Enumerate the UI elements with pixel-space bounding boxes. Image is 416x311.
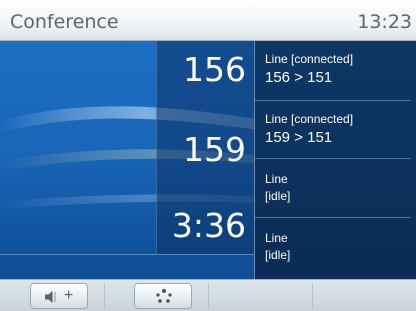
line-status: Line [connected] (265, 112, 354, 126)
softkey-divider (104, 284, 105, 308)
softkey-bar: + (0, 279, 416, 311)
participant-number-1: 156 (183, 50, 246, 89)
volume-up-button[interactable]: + (30, 283, 88, 309)
line-status: Line [idle] (265, 172, 291, 203)
speaker-icon (45, 291, 56, 303)
conference-dots-icon (156, 289, 172, 303)
clock: 13:23 (357, 11, 412, 33)
line-route: 156 > 151 (265, 69, 333, 86)
title-bar: Conference 13:23 (0, 0, 416, 41)
line-item[interactable]: Line [connected] 156 > 151 (255, 41, 411, 101)
line-list: Line [connected] 156 > 151 Line [connect… (254, 41, 416, 279)
line-route: 159 > 151 (265, 129, 333, 146)
call-duration: 3:36 (171, 206, 246, 245)
line-status: Line [idle] (265, 231, 291, 262)
volume-plus-label: + (64, 287, 74, 304)
line-item[interactable]: Line [idle] (255, 159, 411, 218)
line-item[interactable]: Line [idle] (255, 218, 411, 279)
call-area: 156 159 3:36 Line [connected] 156 > 151 … (0, 41, 416, 279)
line-item[interactable]: Line [connected] 159 > 151 (255, 101, 411, 159)
line-status: Line [connected] (265, 52, 354, 66)
conference-button[interactable] (134, 283, 192, 309)
status-strip (0, 254, 254, 279)
softkey-divider (208, 284, 209, 308)
page-title: Conference (10, 11, 119, 33)
softkey-divider (312, 284, 313, 308)
phone-screen: Conference 13:23 156 159 3:36 Line [conn… (0, 0, 416, 311)
participants-column: 156 159 3:36 (156, 41, 254, 254)
participant-number-2: 159 (183, 130, 246, 169)
